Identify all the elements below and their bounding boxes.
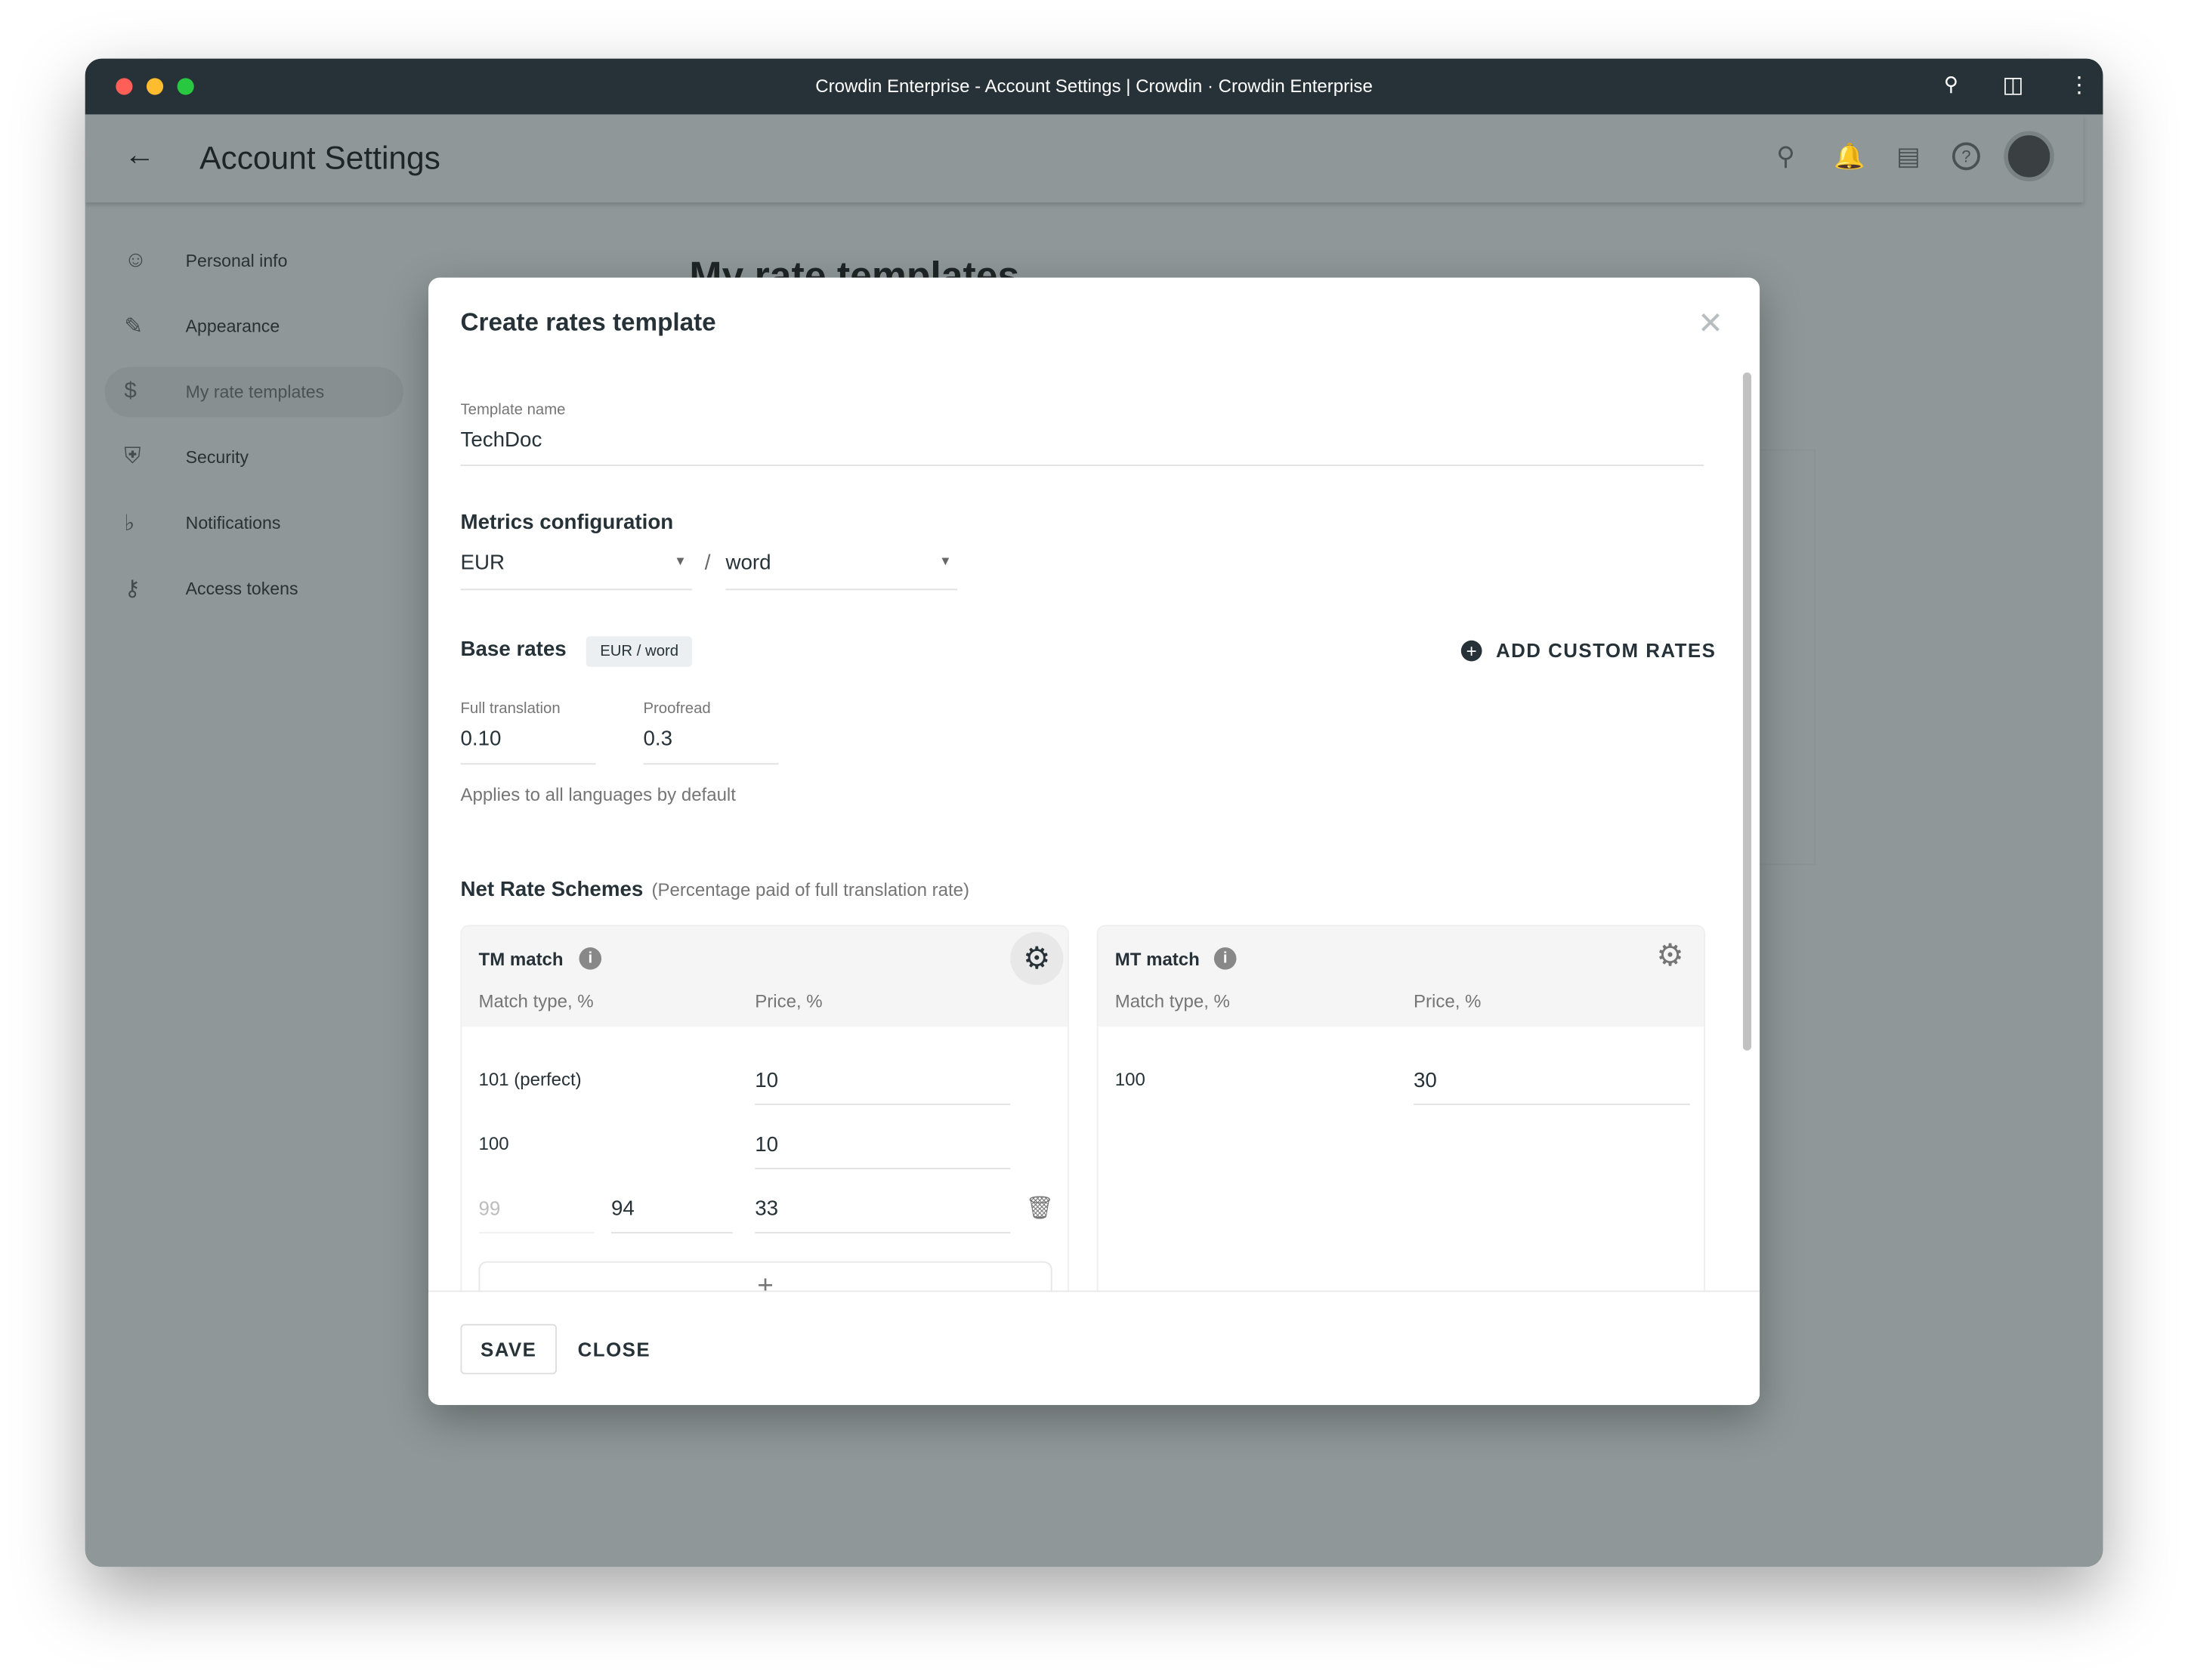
window-title: Crowdin Enterprise - Account Settings | … xyxy=(815,75,1373,97)
applies-note: Applies to all languages by default xyxy=(460,784,736,805)
extension-icon[interactable]: ◫ xyxy=(2002,71,2023,99)
metrics-title: Metrics configuration xyxy=(460,511,674,535)
template-name-label: Template name xyxy=(460,401,566,419)
gear-icon[interactable]: ⚙ xyxy=(1010,931,1064,985)
zoom-icon[interactable]: ⚲ xyxy=(1944,73,1958,96)
match-type-value: 100 xyxy=(478,1132,509,1154)
key-icon: ⚷ xyxy=(124,577,141,602)
sidebar-item-appearance[interactable]: ✎ Appearance xyxy=(105,301,403,351)
sidebar-item-personal-info[interactable]: ☺ Personal info xyxy=(105,236,403,286)
bell-icon[interactable]: 🔔 xyxy=(1834,142,1865,171)
add-custom-rates-button[interactable]: + ADD CUSTOM RATES xyxy=(1460,639,1717,661)
template-name-input[interactable]: TechDoc xyxy=(461,428,542,452)
avatar[interactable] xyxy=(2004,131,2054,182)
delete-icon[interactable]: 🗑 xyxy=(1026,1194,1055,1222)
net-rate-subtitle: (Percentage paid of full translation rat… xyxy=(651,879,970,900)
sidebar-item-notifications[interactable]: ♭ Notifications xyxy=(105,498,403,548)
dollar-icon: $ xyxy=(124,379,137,403)
bell-icon: ♭ xyxy=(124,511,135,536)
more-vert-icon[interactable]: ⋮ xyxy=(2068,71,2091,99)
price-input[interactable]: 10 xyxy=(755,1069,778,1092)
proofread-input[interactable]: 0.3 xyxy=(643,727,672,750)
back-arrow-icon[interactable]: ← xyxy=(124,137,155,173)
net-rate-title: Net Rate Schemes xyxy=(460,877,644,902)
separator: / xyxy=(704,551,711,575)
price-input[interactable]: 30 xyxy=(1414,1069,1437,1092)
save-button[interactable]: SAVE xyxy=(460,1323,557,1375)
price-header: Price, % xyxy=(1414,990,1482,1012)
dialog-footer: SAVE CLOSE xyxy=(428,1290,1760,1405)
tm-match-title: TM match xyxy=(478,948,564,970)
dropdown-arrow-icon: ▼ xyxy=(674,554,687,568)
match-type-value: 100 xyxy=(1114,1068,1145,1090)
chat-icon[interactable]: ▤ xyxy=(1896,142,1920,171)
proofread-label: Proofread xyxy=(643,700,711,718)
account-circle-icon: ☺ xyxy=(124,248,147,273)
match-type-header: Match type, % xyxy=(478,990,594,1012)
gear-icon[interactable]: ⚙ xyxy=(1656,937,1683,974)
tm-match-card: TM match i ⚙ Match type, % Price, % 101 … xyxy=(460,925,1069,1344)
background-card xyxy=(1760,449,1816,866)
mt-match-card: MT match i ⚙ Match type, % Price, % 100 … xyxy=(1096,925,1706,1344)
base-rates-title: Base rates xyxy=(460,638,567,662)
currency-select[interactable]: EUR ▼ xyxy=(460,551,693,591)
close-icon[interactable]: ✕ xyxy=(1698,305,1723,341)
match-type-header: Match type, % xyxy=(1114,990,1230,1012)
info-icon[interactable]: i xyxy=(1213,947,1237,970)
full-translation-input[interactable]: 0.10 xyxy=(461,727,502,750)
help-icon[interactable]: ? xyxy=(1952,142,1980,171)
brush-icon: ✎ xyxy=(124,315,144,339)
price-input[interactable]: 10 xyxy=(755,1133,778,1157)
search-icon[interactable]: ⚲ xyxy=(1776,142,1794,171)
sidebar-item-access-tokens[interactable]: ⚷ Access tokens xyxy=(105,564,403,613)
info-icon[interactable]: i xyxy=(579,947,602,970)
base-rates-chip: EUR / word xyxy=(586,636,693,667)
create-rates-template-dialog: Create rates template ✕ Template name Te… xyxy=(428,277,1760,1405)
shield-icon: ⛨ xyxy=(124,445,141,469)
sidebar: ☺ Personal info ✎ Appearance $ My rate temp… xyxy=(85,202,420,761)
range-to-input[interactable]: 94 xyxy=(611,1197,635,1221)
full-translation-label: Full translation xyxy=(460,700,561,718)
dialog-title: Create rates template xyxy=(460,308,716,337)
sidebar-item-my-rate-templates[interactable]: $ My rate templates xyxy=(104,366,403,418)
sidebar-item-security[interactable]: ⛨ Security xyxy=(105,433,403,483)
unit-select[interactable]: word ▼ xyxy=(725,551,958,591)
scrollbar[interactable] xyxy=(1742,372,1751,1051)
price-header: Price, % xyxy=(755,990,823,1012)
title-bar: Crowdin Enterprise - Account Settings | … xyxy=(85,58,2103,115)
close-button[interactable]: CLOSE xyxy=(578,1338,651,1360)
dropdown-arrow-icon: ▼ xyxy=(939,554,952,568)
stage: Crowdin Enterprise - Account Settings | … xyxy=(0,0,2188,1680)
app-header: ← Account Settings ⚲ 🔔 ▤ ? xyxy=(85,114,2084,202)
match-type-value: 101 (perfect) xyxy=(478,1068,582,1090)
price-input[interactable]: 33 xyxy=(755,1197,778,1221)
mt-match-title: MT match xyxy=(1114,948,1200,970)
page-title: Account Settings xyxy=(199,139,440,176)
range-from-input: 99 xyxy=(478,1197,501,1220)
add-circle-icon: + xyxy=(1460,639,1482,661)
